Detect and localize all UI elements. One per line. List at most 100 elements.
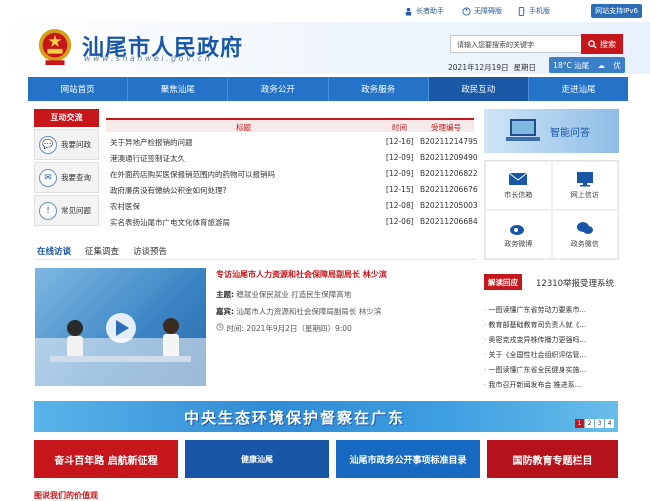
row-code: B20211214795 <box>420 137 478 146</box>
interview-topic: 主题: 稳就业保民就业 打造民生保障高地 <box>216 289 351 300</box>
table-row[interactable]: 港澳通行证签制证太久 [12-09] B20211209490 <box>106 151 478 166</box>
list-item[interactable]: 关于《全国性社会组织评估管... <box>484 350 619 360</box>
list-item[interactable]: 一图读懂广东省全民健身实施... <box>484 365 619 375</box>
sidebar-item-label: 我要问政 <box>61 140 91 149</box>
elder-label: 长者助手 <box>416 7 444 15</box>
site-url: www.shanwei.gov.cn <box>84 54 213 63</box>
sidebar-item-ask[interactable]: 💬 我要问政 <box>34 129 99 160</box>
list-item[interactable]: 奥密克戎变异株传播力更强吗... <box>484 335 619 345</box>
row-code: B20211206684 <box>420 217 478 226</box>
list-item[interactable]: 一图读懂广东省劳动力要素市... <box>484 305 619 315</box>
nav-item-services[interactable]: 政务服务 <box>329 77 429 101</box>
envelope-icon: ✉ <box>39 168 57 187</box>
weekday-text: 星期日 <box>513 63 536 72</box>
online-petition-link[interactable]: 网上信访 <box>551 161 618 210</box>
mobile-link[interactable]: 手机版 <box>517 6 550 16</box>
cloud-icon: ☁ <box>597 60 605 70</box>
weibo-icon <box>510 225 525 235</box>
row-title[interactable]: 港澳通行证签制证太久 <box>110 153 185 164</box>
row-time: [12-09] <box>386 153 414 162</box>
divider <box>34 259 476 260</box>
row-title[interactable]: 在外面药店购买医保报销范围内的药物可以报销吗 <box>110 169 275 180</box>
tab-preview[interactable]: 访谈预告 <box>133 245 167 257</box>
weibo-link[interactable]: 政务微博 <box>485 210 552 259</box>
table-row[interactable]: 实名表扬汕尾市广电文化体育旅游局 [12-06] B20211206684 <box>106 215 478 230</box>
time-label: 时间: <box>226 324 244 333</box>
main-nav: 网站首页 聚焦汕尾 政务公开 政务服务 政民互动 走进汕尾 <box>28 77 628 101</box>
interaction-sidebar: 互动交流 💬 我要问政 ✉ 我要查询 ! 常见问题 <box>34 109 99 226</box>
interview-title[interactable]: 专访汕尾市人力资源和社会保障局副局长 林少滨 <box>216 269 387 280</box>
grid-label: 网上信访 <box>570 191 599 199</box>
accessibility-label: 无障碍版 <box>474 7 502 15</box>
row-time: [12-09] <box>386 169 414 178</box>
envelope-icon <box>508 172 528 185</box>
interview-guest: 嘉宾: 汕尾市人力资源和社会保障局副局长 林少滨 <box>216 306 381 317</box>
sidebar-title: 互动交流 <box>34 109 99 127</box>
table-row[interactable]: 农村医保 [12-08] B20211205003 <box>106 199 478 214</box>
defense-education-banner[interactable]: 国防教育专题栏目 <box>487 440 618 478</box>
row-title[interactable]: 农村医保 <box>110 201 140 212</box>
pager-dot[interactable]: 3 <box>595 419 604 428</box>
table-header: 标题 时间 受理编号 <box>106 118 474 132</box>
nav-item-about[interactable]: 走进汕尾 <box>529 77 628 101</box>
tab-online-interview[interactable]: 在线访谈 <box>37 245 71 257</box>
list-item[interactable]: 教育部基础教育司负责人就《... <box>484 320 619 330</box>
sidebar-item-label: 常见问题 <box>61 206 91 215</box>
row-time: [12-16] <box>386 137 414 146</box>
row-code: B20211206676 <box>420 185 478 194</box>
hotline-12310-link[interactable]: 12310举报受理系统 <box>536 277 614 289</box>
pager-dot[interactable]: 1 <box>575 419 584 428</box>
gov-catalog-banner[interactable]: 汕尾市政务公开事项标准目录 <box>336 440 480 478</box>
row-title[interactable]: 政府廉房没有缴纳公积金如何处理? <box>110 185 226 196</box>
search-icon <box>588 39 597 49</box>
mayor-mailbox-link[interactable]: 市长信箱 <box>485 161 552 210</box>
wechat-icon <box>576 222 593 234</box>
column-code: 受理编号 <box>431 123 461 132</box>
nav-item-interaction[interactable]: 政民互动 <box>428 77 529 101</box>
weather-widget: 18°C 汕尾 ☁ 优 <box>549 57 625 73</box>
national-emblem-logo[interactable] <box>36 26 74 68</box>
weather-text: 18°C 汕尾 <box>553 60 590 70</box>
search-input[interactable]: 请输入您要搜索的关键字 <box>450 35 582 53</box>
table-row[interactable]: 在外面药店购买医保报销范围内的药物可以报销吗 [12-09] B20211206… <box>106 167 478 182</box>
accessibility-icon <box>462 6 471 16</box>
row-title[interactable]: 关于异地产检报销的问题 <box>110 137 193 148</box>
health-banner[interactable]: 健康汕尾 <box>185 440 329 478</box>
nav-item-focus[interactable]: 聚焦汕尾 <box>128 77 229 101</box>
list-item[interactable]: 我市召开新闻发布会 推进系... <box>484 380 619 390</box>
row-title[interactable]: 实名表扬汕尾市广电文化体育旅游局 <box>110 217 230 228</box>
date-display: 2021年12月19日 星期日 <box>448 62 536 73</box>
date-text: 2021年12月19日 <box>448 63 509 72</box>
row-code: B20211205003 <box>420 201 478 210</box>
chat-bubble-icon: 💬 <box>39 135 57 154</box>
tab-interpretation[interactable]: 解读回应 <box>484 274 522 290</box>
grid-label: 政务微博 <box>504 240 533 248</box>
accessibility-link[interactable]: 无障碍版 <box>462 6 502 16</box>
elder-assistant-link[interactable]: 长者助手 <box>404 6 444 16</box>
interview-tabs: 在线访谈 征集调查 访谈预告 <box>37 245 167 257</box>
table-row[interactable]: 政府廉房没有缴纳公积金如何处理? [12-15] B20211206676 <box>106 183 478 198</box>
pager-dot[interactable]: 2 <box>585 419 594 428</box>
nav-item-home[interactable]: 网站首页 <box>28 77 129 101</box>
environment-banner[interactable]: 中央生态环境保护督察在广东 1 2 3 4 <box>34 401 618 432</box>
clock-icon <box>216 323 224 331</box>
search-button[interactable]: 搜索 <box>581 34 623 54</box>
sidebar-item-query[interactable]: ✉ 我要查询 <box>34 162 99 193</box>
smart-qa-banner[interactable]: 智能问答 <box>484 109 619 153</box>
row-time: [12-08] <box>386 201 414 210</box>
monitor-icon <box>576 172 593 187</box>
nav-item-gov-affairs[interactable]: 政务公开 <box>228 77 329 101</box>
party-centenary-banner[interactable]: 奋斗百年路 启航新征程 <box>34 440 178 478</box>
tab-survey[interactable]: 征集调查 <box>85 245 119 257</box>
table-row[interactable]: 关于异地产检报销的问题 [12-16] B20211214795 <box>106 135 478 150</box>
values-section-title: 图说我们的价值观 <box>34 491 98 500</box>
row-time: [12-06] <box>386 217 414 226</box>
phone-icon <box>518 6 525 16</box>
pager-dot[interactable]: 4 <box>605 419 614 428</box>
sidebar-item-faq[interactable]: ! 常见问题 <box>34 195 99 226</box>
wechat-link[interactable]: 政务微信 <box>551 210 618 259</box>
row-time: [12-15] <box>386 185 414 194</box>
interview-video[interactable] <box>35 268 206 386</box>
laptop-icon <box>506 119 540 141</box>
contact-grid: 市长信箱 网上信访 政务微博 政务微信 <box>484 160 619 260</box>
